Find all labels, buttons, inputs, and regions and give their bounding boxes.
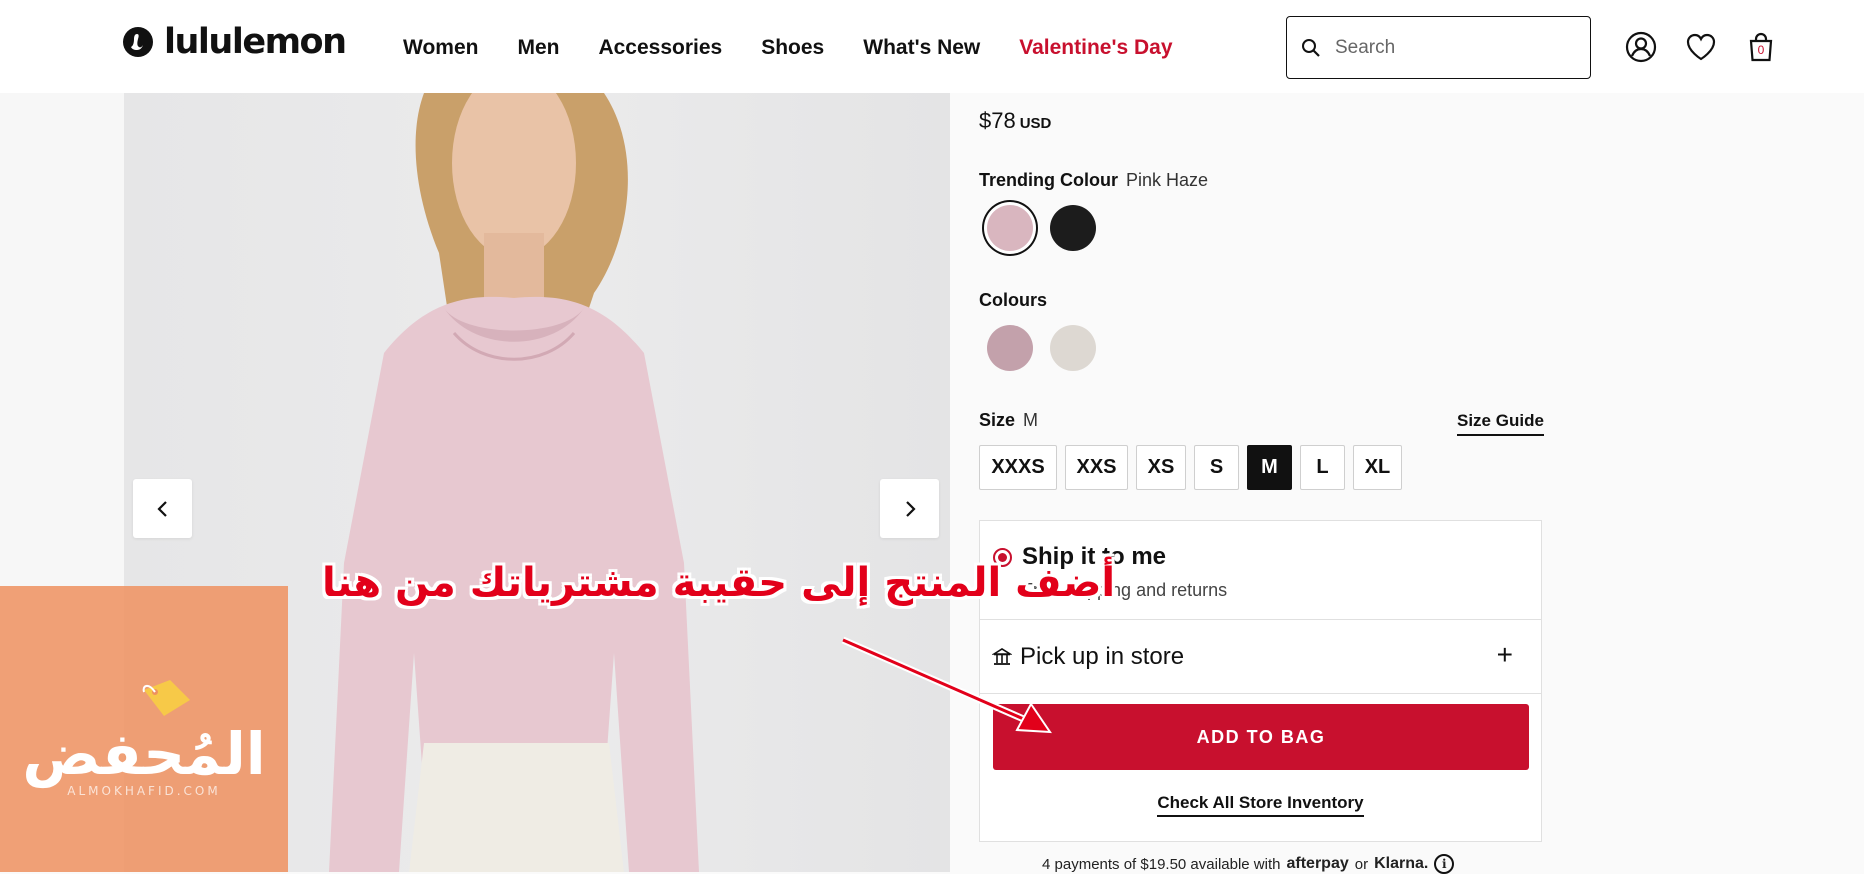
logo[interactable]: lululemon [122,22,347,62]
bag-button[interactable]: 0 [1745,31,1777,63]
nav-whats-new[interactable]: What's New [863,36,980,60]
search-input[interactable] [1335,36,1555,59]
size-m[interactable]: M [1247,445,1292,490]
trending-colour-label: Trending Colour [979,170,1118,190]
price-value: $78 [979,108,1016,133]
watermark: المُحفض ALMOKHAFID.COM [0,586,288,872]
size-value: M [1023,410,1039,430]
afterpay-logo: afterpay [1286,855,1349,872]
product-price: $78 USD [979,108,1051,134]
price-tag-icon [142,680,190,716]
lululemon-logo-icon [123,27,153,57]
size-label: Size [979,410,1016,430]
site-header: lululemon Women Men Accessories Shoes Wh… [0,0,1864,93]
search-box[interactable] [1286,16,1591,79]
nav-men[interactable]: Men [517,36,559,60]
swatch-colour-2[interactable] [1050,325,1096,371]
trending-colour-row: Trending Colour Pink Haze [979,170,1208,191]
check-inventory: Check All Store Inventory [980,793,1541,817]
gallery-next-button[interactable] [880,479,939,538]
main-nav: Women Men Accessories Shoes What's New V… [403,36,1212,60]
chevron-left-icon [156,500,167,517]
annotation-arrow-icon [841,636,1052,734]
size-xxxs[interactable]: XXXS [979,445,1057,490]
nav-shoes[interactable]: Shoes [761,36,824,60]
bag-count: 0 [1757,43,1765,57]
size-xxs[interactable]: XXS [1065,445,1128,490]
watermark-title: المُحفض [22,720,266,788]
add-to-bag-button[interactable]: ADD TO BAG [993,704,1529,770]
watermark-subtitle: ALMOKHAFID.COM [67,784,221,798]
annotation-text: أضف المنتج إلى حقيبة مشترياتك من هنا [322,560,1116,606]
swatch-pink-haze[interactable] [987,205,1033,251]
nav-valentines-day[interactable]: Valentine's Day [1019,36,1172,60]
account-icon[interactable] [1625,31,1657,63]
nav-accessories[interactable]: Accessories [598,36,722,60]
size-s[interactable]: S [1194,445,1239,490]
colours-label: Colours [979,290,1048,310]
logo-text: lululemon [164,22,347,62]
size-xs[interactable]: XS [1136,445,1186,490]
payments-text: 4 payments of $19.50 available with [1042,855,1281,873]
size-row: Size M [979,410,1038,431]
payments-or: or [1354,855,1369,873]
colours-row: Colours [979,290,1047,311]
size-guide-link[interactable]: Size Guide [1457,411,1544,436]
size-l[interactable]: L [1300,445,1345,490]
nav-women[interactable]: Women [403,36,478,60]
trending-colour-value: Pink Haze [1126,170,1209,190]
klarna-logo: Klarna. [1374,855,1429,872]
gallery-prev-button[interactable] [133,479,192,538]
payment-options: 4 payments of $19.50 available with afte… [1042,854,1455,874]
plus-icon: + [1496,639,1513,670]
check-inventory-link[interactable]: Check All Store Inventory [1157,793,1364,817]
search-icon [1302,38,1320,57]
swatch-black[interactable] [1050,205,1096,251]
info-icon[interactable]: i [1434,854,1455,874]
price-currency: USD [1019,115,1052,132]
chevron-right-icon [905,500,916,517]
heart-icon[interactable] [1685,31,1717,63]
size-xl[interactable]: XL [1353,445,1402,490]
size-selector: XXXS XXS XS S M L XL [979,445,1402,490]
swatch-colour-1[interactable] [987,325,1033,371]
